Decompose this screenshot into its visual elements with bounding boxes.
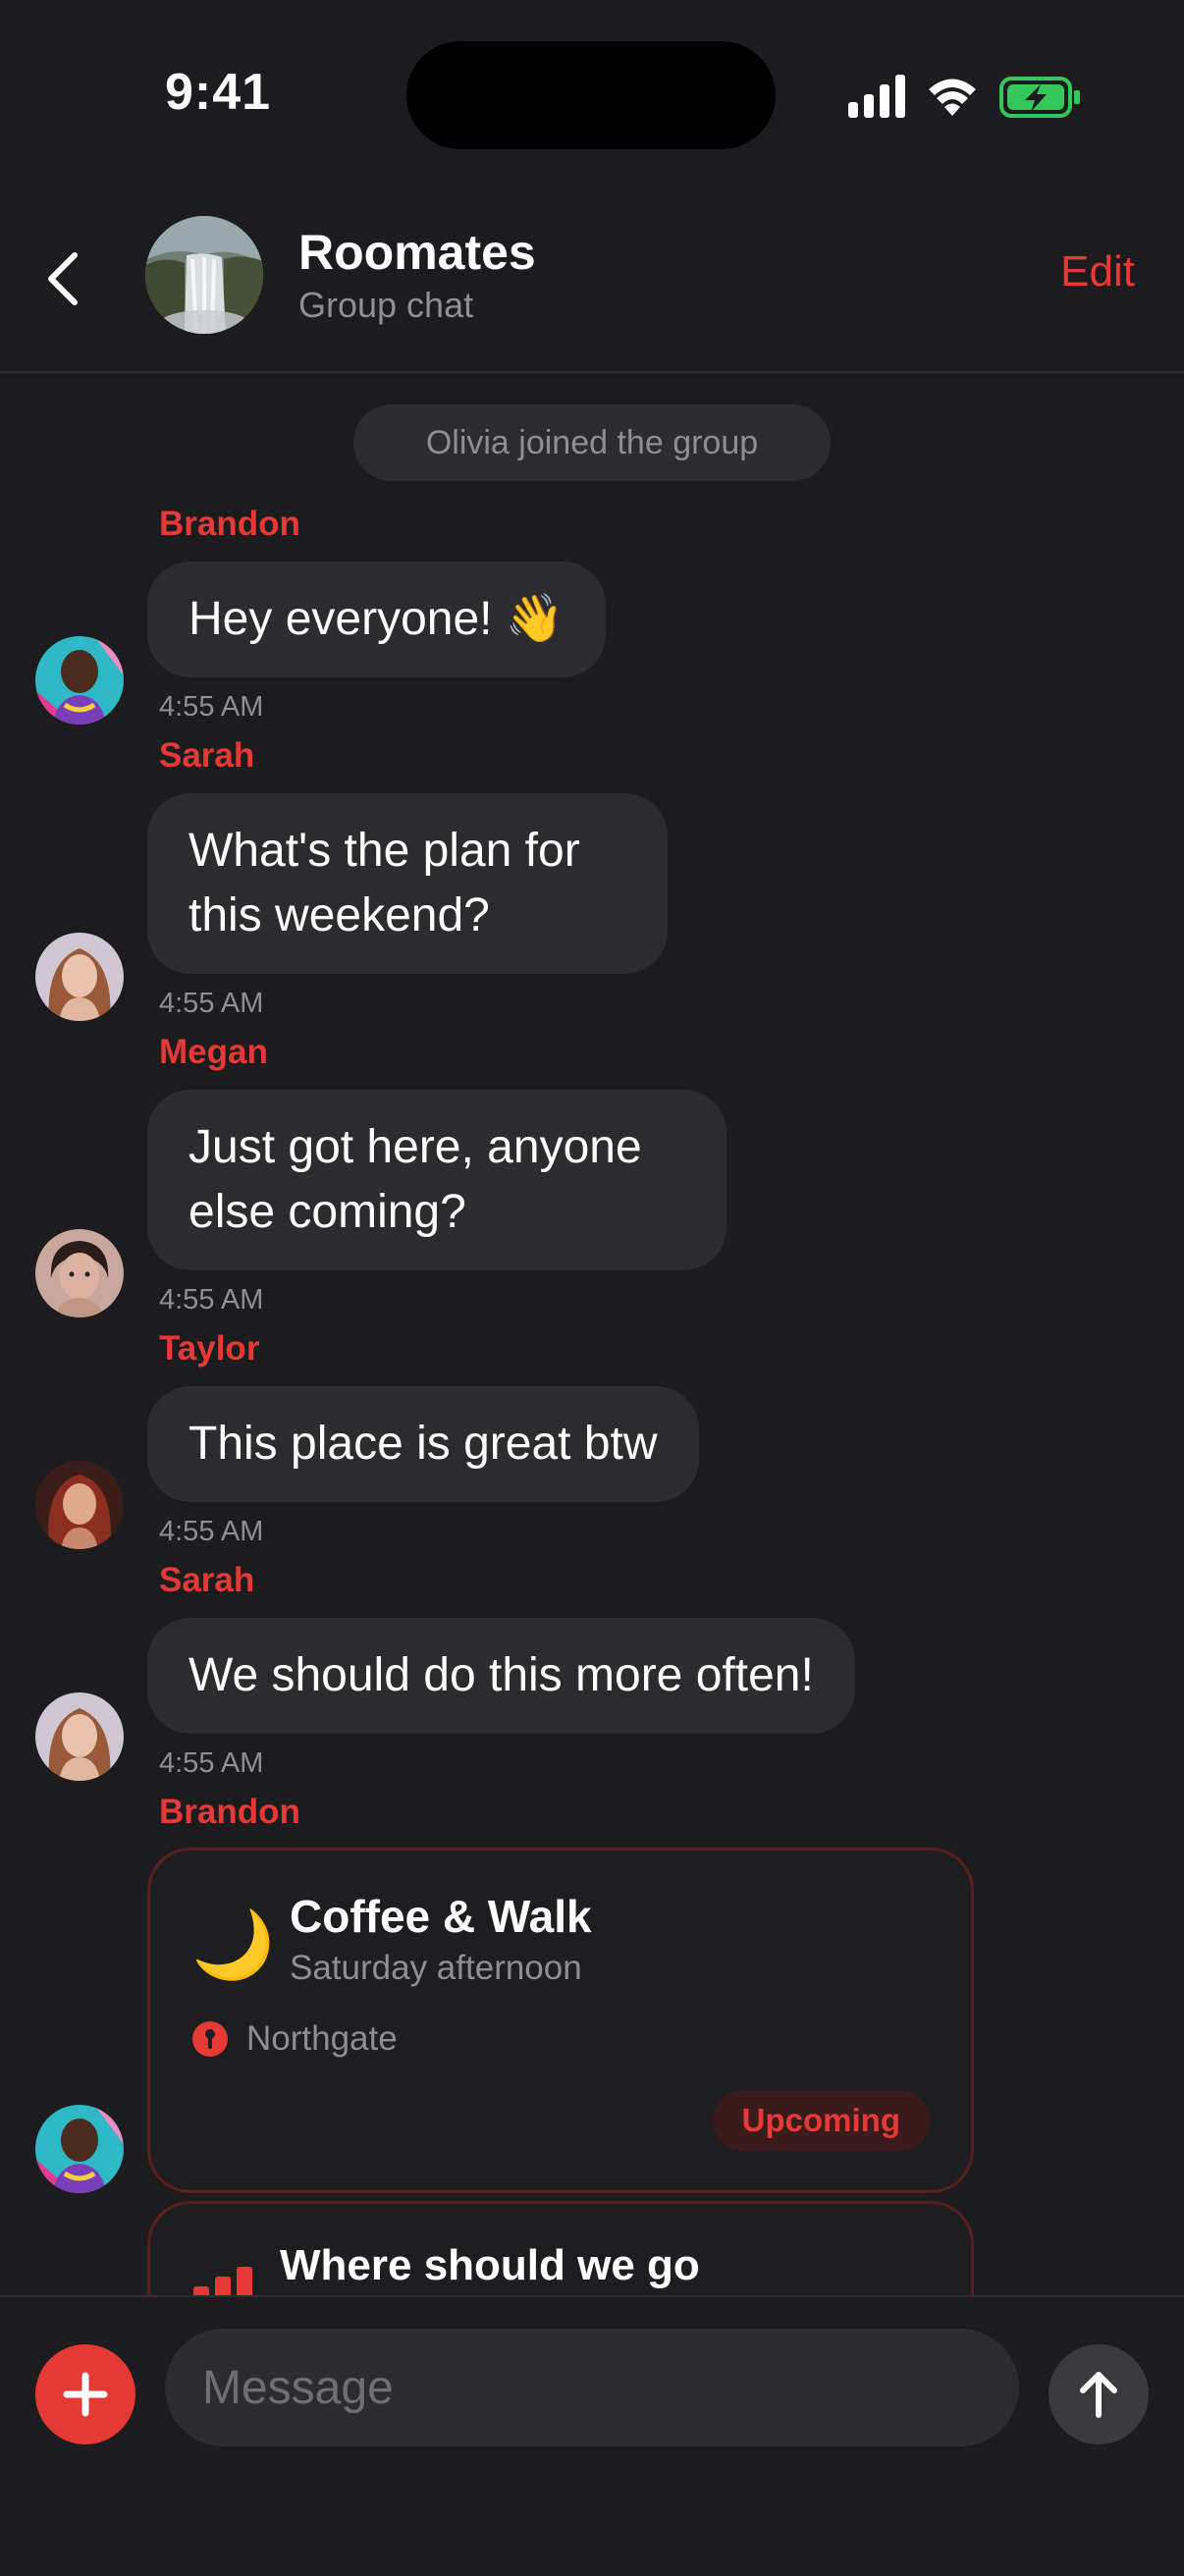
add-button[interactable] [35,2344,135,2444]
sender-name: Brandon [159,1793,300,1831]
status-bar: 9:41 [0,0,1184,187]
sender-name: Brandon [159,505,300,543]
message-time: 4:55 AM [159,988,264,1019]
message-bubble[interactable]: What's the plan for this weekend? [147,793,668,974]
poll-card[interactable]: Where should we go [147,2201,974,2295]
status-icons [846,73,1082,120]
message-bubble[interactable]: Just got here, anyone else coming? [147,1090,727,1270]
location-pin-icon [192,2021,228,2057]
signal-icon [848,75,905,118]
chat-header: Roomates Group chat Edit [0,187,1184,373]
event-card[interactable]: 🌙 Coffee & Walk Saturday afternoon North… [147,1848,974,2193]
edit-button[interactable]: Edit [1060,247,1135,296]
chevron-left-icon [48,252,78,305]
status-time: 9:41 [165,64,272,121]
message-bubble[interactable]: This place is great btw [147,1386,699,1502]
battery-icon [999,77,1080,118]
plus-icon [63,2372,108,2417]
message-time: 4:55 AM [159,1747,264,1779]
message-list[interactable]: Olivia joined the group Brandon Hey ever… [0,373,1184,2295]
avatar-sarah[interactable] [35,933,124,1021]
event-title: Coffee & Walk [290,1891,592,1942]
avatar-brandon[interactable] [35,2105,124,2193]
avatar-sarah[interactable] [35,1692,124,1781]
message-bubble[interactable]: Hey everyone! 👋 [147,562,606,677]
avatar-taylor[interactable] [35,1461,124,1549]
group-avatar[interactable] [145,216,263,334]
poll-title: Where should we go [280,2241,700,2289]
avatar-megan[interactable] [35,1229,124,1317]
event-location: Northgate [191,2019,398,2059]
message-time: 4:55 AM [159,1516,264,1547]
sender-name: Megan [159,1033,268,1071]
sender-name: Sarah [159,1561,255,1599]
poll-bars-icon [193,2267,252,2295]
event-location-text: Northgate [246,2019,398,2058]
message-time: 4:55 AM [159,1284,264,1315]
chat-subtitle: Group chat [298,285,474,325]
message-time: 4:55 AM [159,691,264,723]
sender-name: Sarah [159,736,255,775]
composer [0,2295,1184,2576]
system-message: Olivia joined the group [353,404,831,481]
status-badge: Upcoming [712,2090,930,2151]
message-input[interactable] [165,2329,1019,2446]
chat-title: Roomates [298,225,536,280]
moon-icon: 🌙 [191,1907,275,1982]
sender-name: Taylor [159,1329,260,1368]
wifi-icon [929,79,976,116]
send-button[interactable] [1049,2344,1149,2444]
message-bubble[interactable]: We should do this more often! [147,1618,855,1734]
back-button[interactable] [39,247,88,310]
dynamic-island [406,41,776,149]
avatar-brandon[interactable] [35,636,124,724]
event-time: Saturday afternoon [290,1949,582,1987]
arrow-up-icon [1080,2372,1117,2418]
